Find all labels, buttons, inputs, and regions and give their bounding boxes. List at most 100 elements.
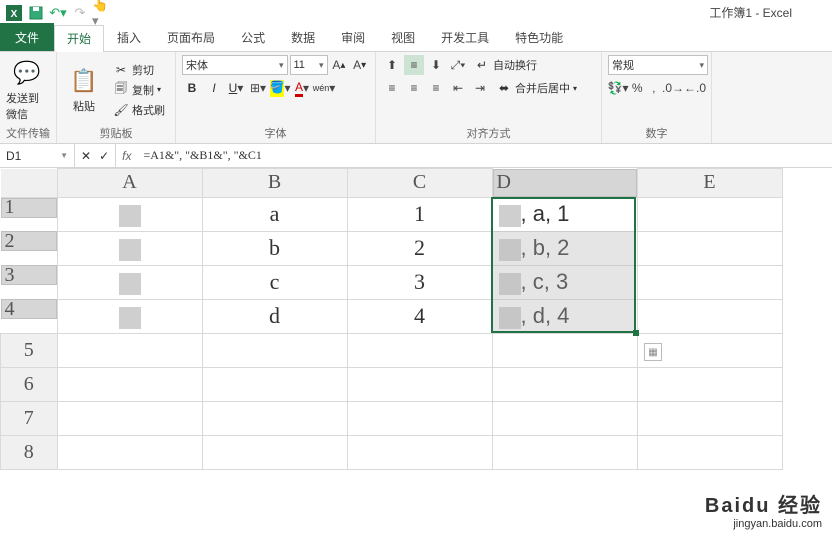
formula-input[interactable]: =A1&", "&B1&", "&C1: [137, 148, 832, 163]
font-color-button[interactable]: A▾: [292, 78, 312, 98]
fx-icon[interactable]: fx: [116, 149, 137, 163]
group-alignment: ⬆ ≡ ⬇ ⤢▾ ↵自动换行 ≡ ≡ ≡ ⇤ ⇥ ⬌合并后居中 ▾ 对齐方式: [376, 52, 602, 143]
tab-review[interactable]: 审阅: [328, 24, 378, 51]
tab-dev[interactable]: 开发工具: [428, 24, 502, 51]
cell-E2[interactable]: [637, 231, 782, 265]
row-header-2[interactable]: 2: [1, 231, 57, 251]
percent-button[interactable]: %: [630, 78, 645, 98]
enter-formula-button[interactable]: ✓: [99, 149, 109, 163]
wrap-icon: ↵: [474, 57, 490, 73]
watermark: Baidu 经验jingyan.baidu.com: [705, 494, 822, 531]
row-header-5[interactable]: 5: [1, 333, 58, 367]
italic-button[interactable]: I: [204, 78, 224, 98]
align-left-button[interactable]: ≡: [382, 78, 402, 98]
grow-font-button[interactable]: A▴: [330, 55, 349, 75]
align-top-button[interactable]: ⬆: [382, 55, 402, 75]
tab-feat[interactable]: 特色功能: [502, 24, 576, 51]
border-button[interactable]: ⊞▾: [248, 78, 268, 98]
indent-dec-button[interactable]: ⇤: [448, 78, 468, 98]
align-middle-button[interactable]: ≡: [404, 55, 424, 75]
group-clipboard: 📋粘贴 ✂剪切 🗐复制 ▾ 🖌格式刷 剪贴板: [57, 52, 176, 143]
cell-A1[interactable]: [57, 197, 202, 231]
cut-button[interactable]: ✂剪切: [109, 61, 169, 79]
row-header-3[interactable]: 3: [1, 265, 57, 285]
undo-icon[interactable]: ↶▾: [48, 3, 68, 23]
tab-view[interactable]: 视图: [378, 24, 428, 51]
cell-C3[interactable]: 3: [347, 265, 492, 299]
font-name-select[interactable]: 宋体▾: [182, 55, 288, 75]
underline-button[interactable]: U▾: [226, 78, 246, 98]
indent-inc-button[interactable]: ⇥: [470, 78, 490, 98]
align-right-button[interactable]: ≡: [426, 78, 446, 98]
quick-access-toolbar: X ↶▾ ↷ 👆▾ 工作簿1 - Excel: [0, 0, 832, 26]
row-header-8[interactable]: 8: [1, 435, 58, 469]
ribbon: 💬发送到微信 文件传输 📋粘贴 ✂剪切 🗐复制 ▾ 🖌格式刷 剪贴板 宋体▾ 1…: [0, 52, 832, 144]
cell-D1[interactable]: , a, 1: [492, 197, 637, 231]
font-size-select[interactable]: 11▾: [290, 55, 328, 75]
cell-E4[interactable]: [637, 299, 782, 333]
bold-button[interactable]: B: [182, 78, 202, 98]
cell-C1[interactable]: 1: [347, 197, 492, 231]
orientation-button[interactable]: ⤢▾: [448, 55, 468, 75]
fill-color-button[interactable]: 🪣▾: [270, 78, 290, 98]
cancel-formula-button[interactable]: ✕: [81, 149, 91, 163]
merge-center-button[interactable]: ⬌合并后居中 ▾: [492, 79, 581, 97]
row-header-7[interactable]: 7: [1, 401, 58, 435]
group-wechat: 💬发送到微信 文件传输: [0, 52, 57, 143]
tab-data[interactable]: 数据: [278, 24, 328, 51]
col-header-C[interactable]: C: [347, 169, 492, 198]
format-painter-button[interactable]: 🖌格式刷: [109, 101, 169, 119]
save-icon[interactable]: [26, 3, 46, 23]
formula-bar: D1▼ ✕ ✓ fx =A1&", "&B1&", "&C1: [0, 144, 832, 168]
tab-file[interactable]: 文件: [0, 23, 54, 51]
tab-layout[interactable]: 页面布局: [154, 24, 228, 51]
shrink-font-button[interactable]: A▾: [350, 55, 369, 75]
spreadsheet-grid[interactable]: A B C D E 1a1, a, 1 2b2, b, 2 3c3, c, 3 …: [0, 168, 832, 470]
phonetic-button[interactable]: wén▾: [314, 78, 334, 98]
row-header-6[interactable]: 6: [1, 367, 58, 401]
currency-button[interactable]: 💱▾: [608, 78, 628, 98]
align-center-button[interactable]: ≡: [404, 78, 424, 98]
cell-A2[interactable]: [57, 231, 202, 265]
cell-E1[interactable]: [637, 197, 782, 231]
align-bottom-button[interactable]: ⬇: [426, 55, 446, 75]
tab-home[interactable]: 开始: [54, 25, 104, 52]
wrap-text-button[interactable]: ↵自动换行: [470, 56, 541, 74]
tab-insert[interactable]: 插入: [104, 24, 154, 51]
copy-button[interactable]: 🗐复制 ▾: [109, 81, 169, 99]
touch-icon[interactable]: 👆▾: [92, 3, 112, 23]
tab-formula[interactable]: 公式: [228, 24, 278, 51]
select-all-corner[interactable]: [1, 169, 58, 198]
cell-B2[interactable]: b: [202, 231, 347, 265]
number-format-select[interactable]: 常规▾: [608, 55, 708, 75]
cell-C4[interactable]: 4: [347, 299, 492, 333]
col-header-A[interactable]: A: [57, 169, 202, 198]
col-header-B[interactable]: B: [202, 169, 347, 198]
copy-icon: 🗐: [113, 82, 129, 98]
cell-D3[interactable]: , c, 3: [492, 265, 637, 299]
cell-A3[interactable]: [57, 265, 202, 299]
redo-icon[interactable]: ↷: [70, 3, 90, 23]
inc-decimal-button[interactable]: .0→: [663, 78, 683, 98]
cell-B1[interactable]: a: [202, 197, 347, 231]
name-box[interactable]: D1▼: [0, 144, 75, 167]
col-header-D[interactable]: D: [493, 169, 637, 197]
merge-icon: ⬌: [496, 80, 512, 96]
scissors-icon: ✂: [113, 62, 129, 78]
cell-B4[interactable]: d: [202, 299, 347, 333]
window-title: 工作簿1 - Excel: [709, 4, 792, 21]
cell-A4[interactable]: [57, 299, 202, 333]
row-header-4[interactable]: 4: [1, 299, 57, 319]
col-header-E[interactable]: E: [637, 169, 782, 198]
cell-D4[interactable]: , d, 4: [492, 299, 637, 333]
row-header-1[interactable]: 1: [1, 198, 57, 218]
cell-B3[interactable]: c: [202, 265, 347, 299]
comma-button[interactable]: ,: [647, 78, 662, 98]
send-to-wechat-button[interactable]: 💬发送到微信: [6, 55, 48, 124]
cell-D2[interactable]: , b, 2: [492, 231, 637, 265]
autofill-options-button[interactable]: ▦: [644, 343, 662, 361]
cell-E3[interactable]: [637, 265, 782, 299]
paste-button[interactable]: 📋粘贴: [63, 55, 105, 124]
cell-C2[interactable]: 2: [347, 231, 492, 265]
dec-decimal-button[interactable]: ←.0: [685, 78, 705, 98]
